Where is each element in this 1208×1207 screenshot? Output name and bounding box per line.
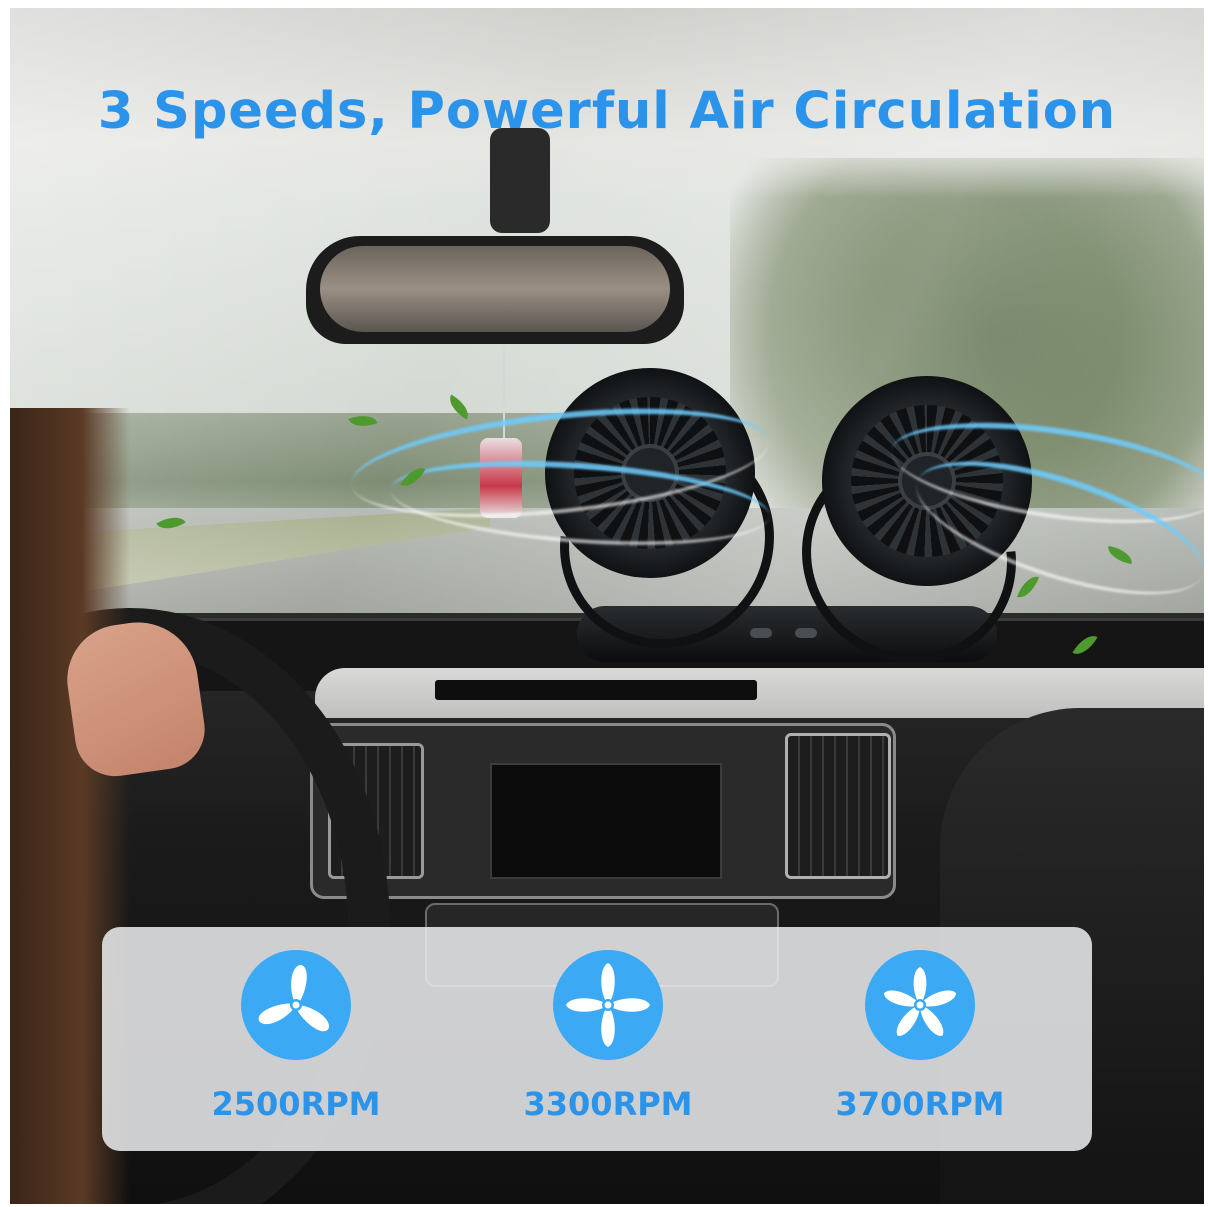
clock-display [435, 680, 757, 700]
air-vent-right [785, 733, 891, 879]
four-blade-fan-icon [553, 950, 663, 1060]
headline: 3 Speeds, Powerful Air Circulation [97, 82, 1117, 141]
fan-button-right [795, 628, 817, 638]
fan-button-left [750, 628, 772, 638]
speed-label-medium: 3300RPM [523, 1085, 693, 1123]
infotainment-screen [490, 763, 722, 879]
speed-label-low: 2500RPM [211, 1085, 381, 1123]
speed-option-medium: 3300RPM [488, 950, 728, 1140]
speed-option-high: 3700RPM [800, 950, 1040, 1140]
five-blade-fan-icon [865, 950, 975, 1060]
speed-label-high: 3700RPM [835, 1085, 1005, 1123]
three-blade-fan-icon [241, 950, 351, 1060]
mirror-reflection [320, 246, 670, 332]
speed-option-low: 2500RPM [176, 950, 416, 1140]
mirror-mount [490, 128, 550, 233]
